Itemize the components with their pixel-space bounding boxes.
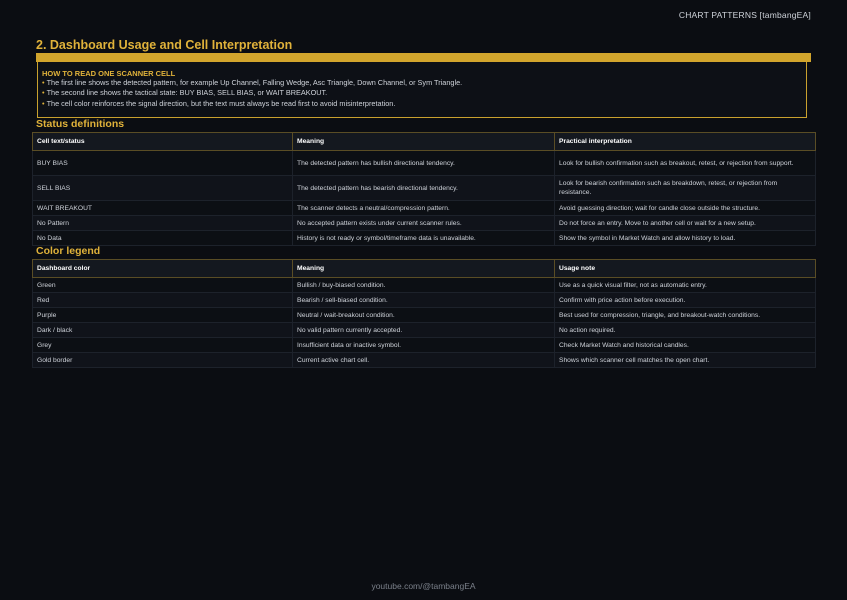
status-definitions-heading: Status definitions [36,118,125,130]
column-header: Meaning [292,259,555,278]
callout-line: • The first line shows the detected patte… [42,78,463,87]
table-cell: Avoid guessing direction; wait for candl… [554,200,816,216]
gold-divider-bar [36,53,811,62]
status-definitions-table: Cell text/status Meaning Practical inter… [32,132,816,246]
table-cell: No action required. [554,322,816,338]
column-header: Usage note [554,259,816,278]
document-title: CHART PATTERNS [tambangEA] [678,10,811,20]
table-cell: Look for bullish confirmation such as br… [554,150,816,176]
column-header: Dashboard color [32,259,293,278]
color-legend-table: Dashboard color Meaning Usage note Green… [32,259,816,368]
table-cell: No valid pattern currently accepted. [292,322,555,338]
column-header: Cell text/status [32,132,293,151]
table-cell: Check Market Watch and historical candle… [554,337,816,353]
table-header-row: Cell text/status Meaning Practical inter… [32,132,816,151]
callout-box: HOW TO READ ONE SCANNER CELL • The first … [37,62,807,118]
table-cell: Bearish / sell-biased condition. [292,292,555,308]
table-cell: Bullish / buy-biased condition. [292,277,555,293]
table-row: Purple Neutral / wait-breakout condition… [32,307,816,323]
table-cell: The scanner detects a neutral/compressio… [292,200,555,216]
table-cell: Shows which scanner cell matches the ope… [554,352,816,368]
table-cell: History is not ready or symbol/timeframe… [292,230,555,246]
table-cell: Red [32,292,293,308]
table-cell: Gold border [32,352,293,368]
bullet-icon: • [42,98,45,108]
table-cell: Green [32,277,293,293]
callout-title: HOW TO READ ONE SCANNER CELL [42,69,176,78]
table-cell: The detected pattern has bearish directi… [292,175,555,201]
table-cell: Current active chart cell. [292,352,555,368]
bullet-icon: • [42,88,45,98]
table-cell: No accepted pattern exists under current… [292,215,555,231]
color-legend-heading: Color legend [36,245,101,257]
table-row: Dark / black No valid pattern currently … [32,322,816,338]
table-cell: Show the symbol in Market Watch and allo… [554,230,816,246]
bullet-icon: • [42,78,45,87]
table-header-row: Dashboard color Meaning Usage note [32,259,816,278]
table-cell: Confirm with price action before executi… [554,292,816,308]
table-cell: Purple [32,307,293,323]
footer-link: youtube.com/@tambangEA [371,581,476,591]
table-cell: Neutral / wait-breakout condition. [292,307,555,323]
table-cell: Use as a quick visual filter, not as aut… [554,277,816,293]
callout-line: • The cell color reinforces the signal di… [42,98,396,108]
table-row: Gold border Current active chart cell. S… [32,352,816,368]
table-row: Red Bearish / sell-biased condition. Con… [32,292,816,308]
table-cell: Grey [32,337,293,353]
table-cell: SELL BIAS [32,175,293,201]
table-cell: The detected pattern has bullish directi… [292,150,555,176]
table-row: No Pattern No accepted pattern exists un… [32,215,816,231]
table-cell: No Data [32,230,293,246]
table-cell: No Pattern [32,215,293,231]
section-title: 2. Dashboard Usage and Cell Interpretati… [36,38,293,52]
table-cell: WAIT BREAKOUT [32,200,293,216]
table-row: Grey Insufficient data or inactive symbo… [32,337,816,353]
table-row: WAIT BREAKOUT The scanner detects a neut… [32,200,816,216]
column-header: Meaning [292,132,555,151]
callout-line: • The second line shows the tactical stat… [42,88,328,98]
table-cell: Dark / black [32,322,293,338]
table-cell: Do not force an entry. Move to another c… [554,215,816,231]
table-row: BUY BIAS The detected pattern has bullis… [32,150,816,176]
table-cell: Best used for compression, triangle, and… [554,307,816,323]
table-cell: Insufficient data or inactive symbol. [292,337,555,353]
table-row: SELL BIAS The detected pattern has beari… [32,175,816,201]
table-cell: Look for bearish confirmation such as br… [554,175,816,201]
table-row: Green Bullish / buy-biased condition. Us… [32,277,816,293]
column-header: Practical interpretation [554,132,816,151]
table-row: No Data History is not ready or symbol/t… [32,230,816,246]
table-cell: BUY BIAS [32,150,293,176]
